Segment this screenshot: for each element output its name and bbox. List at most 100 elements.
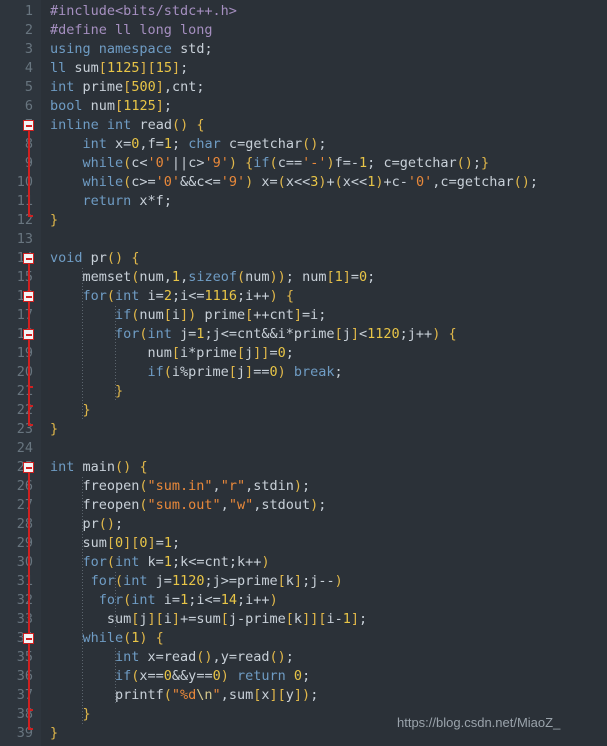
code-token: 1 [359,155,368,171]
code-line[interactable]: memset(num,1,sizeof(num)); num[1]=0; [82,268,375,287]
code-token: } [481,155,490,171]
code-line[interactable]: ll sum[1125][15]; [50,59,188,78]
code-token: ; [302,478,311,494]
code-token: sum [196,611,221,627]
code-token: = [155,535,164,551]
code-line[interactable]: pr(); [82,515,123,534]
code-token: i [163,611,172,627]
code-token: , [245,478,254,494]
fold-toggle-icon[interactable] [23,329,34,340]
code-token: && [180,174,197,190]
code-token: cnt [204,554,229,570]
code-line[interactable]: } [82,705,90,724]
code-line[interactable]: for(int i=1;i<=14;i++) [99,591,278,610]
code-line[interactable]: while(c<'0'||c>'9') {if(c=='-')f=-1; c=g… [82,154,489,173]
code-line[interactable]: } [115,382,123,401]
code-line[interactable]: int x=0,f=1; char c=getchar(); [82,135,326,154]
code-line[interactable]: int x=read(),y=read(); [115,648,294,667]
code-token: * [285,326,294,342]
code-token: i [171,364,180,380]
code-line[interactable]: freopen("sum.out","w",stdout); [82,496,326,515]
fold-toggle-icon[interactable] [23,120,34,131]
code-line[interactable]: printf("%d\n",sum[x][y]); [115,686,318,705]
code-line[interactable]: while(1) { [82,629,163,648]
line-number: 3 [24,41,33,57]
code-line[interactable]: } [82,401,90,420]
code-line[interactable]: } [50,211,58,230]
code-line[interactable]: while(c>='0'&&c<='9') x=(x<<3)+(x<<1)+c-… [82,173,538,192]
code-token: ; [310,687,319,703]
fold-toggle-icon[interactable] [23,291,34,302]
code-line[interactable]: if(i%prime[j]==0) break; [147,363,342,382]
code-token: << [293,174,311,190]
code-token: = [350,269,360,285]
code-token: [ [236,345,246,361]
code-line[interactable]: for(int k=1;k<=cnt;k++) [82,553,269,572]
code-token: ] [245,364,254,380]
code-token: == [285,155,303,171]
code-line[interactable]: void pr() { [50,249,139,268]
code-token: < [139,155,148,171]
code-editor[interactable]: 1234567891011121314151617181920212223242… [0,0,607,746]
line-number: 24 [16,440,33,456]
code-line[interactable]: int main() { [50,458,148,477]
code-line[interactable]: num[i*prime[j]]=0; [147,344,293,363]
fold-range-end-tick [28,728,33,730]
code-token: #define ll long long [50,22,213,38]
code-line[interactable]: for(int j=1;j<=cnt&&i*prime[j]<1120;j++)… [115,325,457,344]
code-token: ; [171,554,181,570]
code-line[interactable]: return x*f; [82,192,171,211]
code-token: j [342,326,351,342]
line-number: 4 [24,60,33,76]
code-line[interactable]: bool num[1125]; [50,97,172,116]
fold-toggle-icon[interactable] [23,462,34,473]
code-line[interactable]: for(int i=2;i<=1116;i++) { [82,287,294,306]
code-line[interactable]: } [50,420,58,439]
fold-toggle-icon[interactable] [23,633,34,644]
code-line[interactable]: if(x==0&&y==0) return 0; [115,667,310,686]
code-token: - [399,174,408,190]
code-line[interactable]: if(num[i]) prime[++cnt]=i; [115,306,326,325]
code-token: , [163,269,172,285]
fold-toggle-icon[interactable] [23,253,34,264]
line-number: 5 [24,79,33,95]
code-token: 0 [115,535,124,551]
code-line[interactable]: sum[0][0]=1; [82,534,180,553]
code-token: = [155,554,164,570]
code-content-area[interactable]: #include<bits/stdc++.h> #define ll long l… [41,0,607,746]
code-token: [ [285,611,294,627]
code-line[interactable]: } [50,724,58,743]
code-line[interactable]: int prime[500],cnt; [50,78,205,97]
code-token: k [293,611,303,627]
line-number: 13 [16,231,33,247]
code-token: [ [115,98,124,114]
line-number-gutter[interactable]: 1234567891011121314151617181920212223242… [0,0,41,746]
code-line[interactable]: #include<bits/stdc++.h> [50,2,237,21]
code-token: ( [139,478,148,494]
code-token: prime [196,345,237,361]
code-token: if [114,307,132,323]
code-token: <= [204,174,221,190]
code-token: * [147,193,156,209]
code-line[interactable]: using namespace std; [50,40,213,59]
fold-range-line [28,339,30,386]
code-line[interactable]: for(int j=1120;j>=prime[k];j--) [91,572,343,591]
code-line[interactable]: inline int read() { [50,116,205,135]
code-token: y [220,649,229,665]
code-token: <= [204,592,221,608]
code-token: ; [285,269,294,285]
code-token: j [180,326,189,342]
code-token: read [236,649,270,665]
code-token: ( [163,364,172,380]
code-line[interactable]: freopen("sum.in","r",stdin); [82,477,310,496]
code-token: "r" [220,478,246,494]
code-line[interactable]: sum[j][i]+=sum[j-prime[k]][i-1]; [107,610,367,629]
code-token: ) [293,478,302,494]
code-line[interactable]: #define ll long long [50,21,213,40]
code-token: if [114,668,132,684]
code-token: int [50,459,75,475]
code-token: ]] [302,611,319,627]
code-token: 1 [180,592,189,608]
